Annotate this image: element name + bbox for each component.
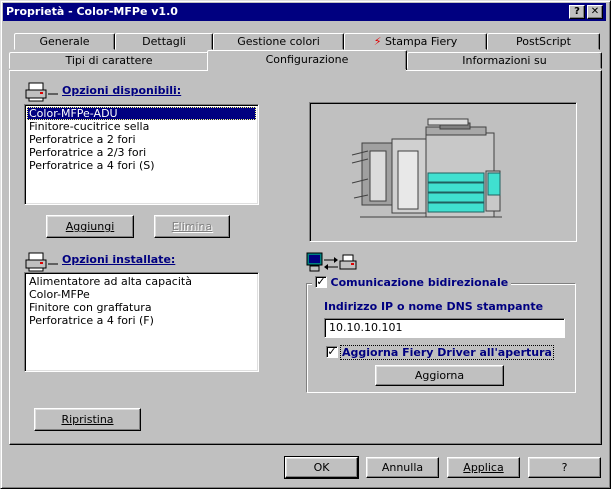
update-driver-label: Aggiorna Fiery Driver all'apertura: [340, 345, 554, 360]
list-item[interactable]: Finitore-cucitrice sella: [27, 120, 256, 133]
tab-label: PostScript: [516, 35, 571, 48]
ip-label: Indirizzo IP o nome DNS stampante: [324, 300, 544, 313]
printer-image: [351, 118, 502, 218]
list-item[interactable]: Perforatrice a 4 fori (F): [27, 314, 256, 327]
list-item[interactable]: Alimentatore ad alta capacità: [27, 275, 256, 288]
remove-button-label: Elimina: [171, 220, 213, 233]
tab-dettagli[interactable]: Dettagli: [115, 33, 213, 50]
add-button-label: Aggiungi: [65, 220, 115, 233]
tab-generale[interactable]: Generale: [14, 33, 115, 50]
reset-button[interactable]: Ripristina: [34, 408, 141, 431]
help-button[interactable]: ?: [528, 457, 601, 478]
window-title: Proprietà - Color-MFPe v1.0: [6, 5, 178, 18]
reset-button-label: Ripristina: [61, 413, 114, 426]
ip-address-input[interactable]: 10.10.10.101: [324, 318, 565, 338]
remove-button[interactable]: Elimina: [154, 215, 230, 238]
help-button-label: ?: [561, 461, 568, 474]
list-item[interactable]: Color-MFPe-ADU: [27, 107, 256, 120]
cancel-button[interactable]: Annulla: [366, 457, 439, 478]
bidirectional-communication-icon: [306, 252, 358, 274]
apply-button[interactable]: Applica: [447, 457, 520, 478]
printer-illustration: [309, 102, 577, 242]
add-button[interactable]: Aggiungi: [46, 215, 134, 238]
update-button-label: Aggiorna: [414, 369, 465, 382]
apply-button-label: Applica: [463, 461, 504, 474]
title-bar: Proprietà - Color-MFPe v1.0 ? ✕: [3, 3, 606, 21]
bidirectional-header: ✓ Comunicazione bidirezionale: [312, 276, 512, 290]
help-title-button[interactable]: ?: [569, 5, 585, 19]
tab-tipi-di-carattere[interactable]: Tipi di carattere: [9, 52, 209, 69]
ok-button-label: OK: [313, 461, 330, 474]
installed-options-label: Opzioni installate:: [62, 253, 176, 266]
tab-gestione-colori[interactable]: Gestione colori: [213, 33, 344, 50]
printer-options-icon: [24, 80, 60, 102]
installed-options-list[interactable]: Alimentatore ad alta capacità Color-MFPe…: [24, 272, 259, 372]
close-title-button[interactable]: ✕: [587, 5, 603, 19]
tab-configurazione[interactable]: Configurazione: [207, 50, 407, 70]
tab-label: Generale: [39, 35, 90, 48]
list-item[interactable]: Color-MFPe: [27, 288, 256, 301]
update-driver-checkbox[interactable]: ✓: [326, 346, 338, 358]
list-item[interactable]: Perforatrice a 2 fori: [27, 133, 256, 146]
bidirectional-checkbox[interactable]: ✓: [315, 276, 327, 288]
list-item[interactable]: Finitore con graffatura: [27, 301, 256, 314]
active-tab-joiner: [208, 69, 406, 72]
tab-stampa-fiery[interactable]: ⚡ Stampa Fiery: [344, 33, 487, 50]
lightning-icon: ⚡: [373, 35, 382, 48]
bidirectional-label: Comunicazione bidirezionale: [330, 276, 509, 289]
ok-button[interactable]: OK: [284, 456, 359, 479]
tab-label: Tipi di carattere: [65, 54, 153, 67]
list-item[interactable]: Perforatrice a 2/3 fori: [27, 146, 256, 159]
available-options-label: Opzioni disponibili:: [62, 84, 182, 97]
tab-label: Gestione colori: [237, 35, 320, 48]
available-options-list[interactable]: Color-MFPe-ADU Finitore-cucitrice sella …: [24, 104, 259, 205]
tab-informazioni-su[interactable]: Informazioni su: [407, 52, 602, 69]
list-item[interactable]: Perforatrice a 4 fori (S): [27, 159, 256, 172]
cancel-button-label: Annulla: [381, 461, 424, 474]
printer-installed-icon: [24, 250, 60, 272]
tab-label: Configurazione: [265, 53, 349, 66]
tab-postscript[interactable]: PostScript: [487, 33, 600, 50]
tab-label: Informazioni su: [462, 54, 547, 67]
update-button[interactable]: Aggiorna: [375, 365, 504, 386]
tab-label: Stampa Fiery: [384, 35, 458, 48]
tab-label: Dettagli: [142, 35, 186, 48]
